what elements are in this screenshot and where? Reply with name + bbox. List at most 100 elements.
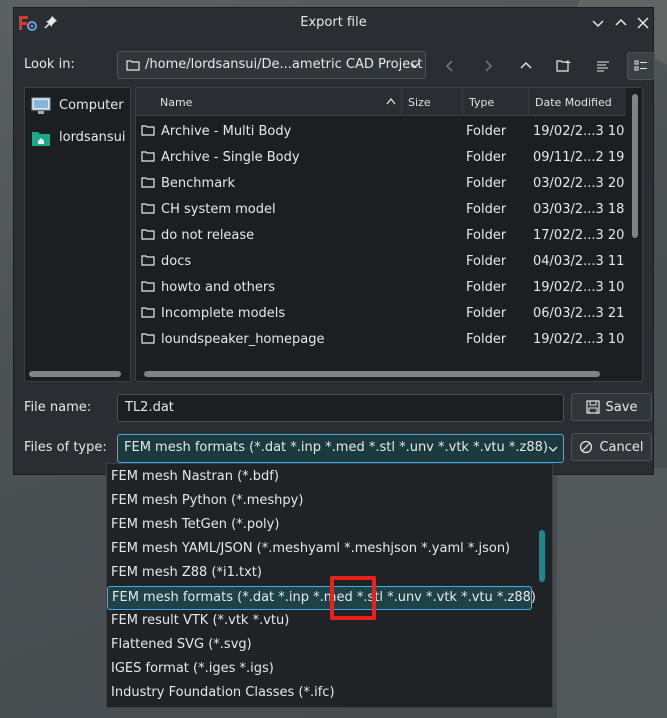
folder-icon: [141, 332, 155, 348]
file-name-row: File name: TL2.dat Save: [24, 393, 652, 424]
file-name: loundspeaker_homepage: [161, 332, 325, 347]
vertical-scrollbar[interactable]: [632, 94, 638, 238]
save-button[interactable]: Save: [571, 393, 652, 421]
file-type-option[interactable]: Industry Foundation Classes (*.ifc): [107, 682, 532, 706]
file-type-option[interactable]: FEM mesh TetGen (*.poly): [107, 514, 532, 538]
table-row[interactable]: Benchmark Folder 03/02/2...3 20:3: [136, 171, 626, 197]
cancel-icon: [580, 440, 593, 454]
file-type: Folder: [466, 332, 507, 347]
dropdown-scrollbar[interactable]: [539, 530, 545, 582]
window-title: Export file: [300, 15, 367, 30]
column-type[interactable]: Type: [463, 88, 529, 116]
column-label: Type: [469, 96, 495, 109]
save-button-label: Save: [605, 399, 638, 415]
file-date: 06/03/2...3 21:1: [533, 306, 626, 321]
file-date: 04/03/2...3 11:0: [533, 254, 626, 269]
folder-icon: [141, 306, 155, 322]
file-type: Folder: [466, 202, 507, 217]
file-date: 03/02/2...3 20:3: [533, 176, 626, 191]
chevron-down-icon[interactable]: [589, 14, 607, 32]
file-type: Folder: [466, 176, 507, 191]
chevron-down-icon: [547, 443, 559, 459]
file-type-option[interactable]: IGES format (*.iges *.igs): [107, 658, 532, 682]
back-button[interactable]: [436, 52, 464, 80]
new-folder-button[interactable]: [550, 52, 578, 80]
computer-icon: [31, 97, 51, 119]
file-name: Archive - Single Body: [161, 150, 300, 165]
column-name[interactable]: Name: [136, 88, 402, 116]
file-type: Folder: [466, 306, 507, 321]
file-list-header: Name Size Type Date Modified: [136, 88, 626, 116]
column-size[interactable]: Size: [402, 88, 463, 116]
cancel-button-label: Cancel: [599, 439, 644, 455]
file-type: Folder: [466, 228, 507, 243]
look-in-row: Look in: /home/lordsansui/De...ametric C…: [24, 51, 655, 81]
file-type: Folder: [466, 150, 507, 165]
file-name-input[interactable]: TL2.dat: [117, 394, 564, 422]
table-row[interactable]: do not release Folder 17/02/2...3 20:4: [136, 223, 626, 249]
cancel-button[interactable]: Cancel: [571, 433, 652, 461]
file-date: 19/02/2...3 10:3: [533, 332, 626, 347]
file-type-option[interactable]: FEM mesh Nastran (*.bdf): [107, 466, 532, 490]
place-computer[interactable]: Computer: [31, 94, 127, 118]
folder-icon: [141, 150, 155, 166]
file-name: do not release: [161, 228, 255, 243]
file-type-option[interactable]: FEM mesh YAML/JSON (*.meshyaml *.meshjso…: [107, 538, 532, 562]
close-icon[interactable]: [634, 14, 652, 32]
file-type-option[interactable]: FEM result VTK (*.vtk *.vtu): [107, 610, 532, 634]
places-sidebar: Computer lordsansui: [24, 87, 131, 382]
titlebar: Export file: [14, 8, 653, 38]
folder-icon: [141, 280, 155, 296]
horizontal-scrollbar[interactable]: [144, 371, 600, 377]
file-type: Folder: [466, 280, 507, 295]
file-type-option[interactable]: FEM mesh Z88 (*i1.txt): [107, 562, 532, 586]
folder-icon: [141, 202, 155, 218]
place-label: Computer: [59, 98, 124, 113]
file-type-option[interactable]: FEM mesh Python (*.meshpy): [107, 490, 532, 514]
folder-icon: [141, 124, 155, 140]
file-list: Name Size Type Date Modified Archive - M…: [135, 87, 643, 382]
folder-icon: [141, 176, 155, 192]
folder-icon: [141, 254, 155, 270]
column-date-modified[interactable]: Date Modified: [529, 88, 626, 116]
forward-button[interactable]: [474, 52, 502, 80]
home-folder-icon: [31, 129, 51, 151]
sort-ascending-icon: [386, 98, 396, 105]
file-type-value: FEM mesh formats (*.dat *.inp *.med *.st…: [124, 440, 548, 455]
folder-icon: [126, 59, 140, 75]
place-label: lordsansui: [59, 130, 126, 145]
file-name-label: File name:: [24, 400, 92, 415]
place-home[interactable]: lordsansui: [31, 126, 127, 150]
file-date: 17/02/2...3 20:4: [533, 228, 626, 243]
table-row[interactable]: CH system model Folder 03/03/2...3 18:1: [136, 197, 626, 223]
chevron-up-icon[interactable]: [612, 14, 630, 32]
export-file-dialog: Export file Look in: /home/lordsansui/De…: [13, 7, 655, 475]
look-in-label: Look in:: [24, 57, 75, 72]
file-date: 19/02/2...3 10:0: [533, 124, 626, 139]
annotation-highlight-box: [330, 576, 376, 620]
table-row[interactable]: howto and others Folder 19/02/2...3 10:3: [136, 275, 626, 301]
table-row[interactable]: docs Folder 04/03/2...3 11:0: [136, 249, 626, 275]
file-type: Folder: [466, 124, 507, 139]
file-type-option[interactable]: Flattened SVG (*.svg): [107, 634, 532, 658]
file-date: 09/11/2...2 19:1: [533, 150, 626, 165]
table-row[interactable]: Archive - Single Body Folder 09/11/2...2…: [136, 145, 626, 171]
horizontal-scrollbar[interactable]: [29, 371, 121, 377]
parent-directory-button[interactable]: [512, 52, 540, 80]
file-name: howto and others: [161, 280, 276, 295]
save-icon: [585, 400, 600, 414]
file-name: Archive - Multi Body: [161, 124, 292, 139]
file-date: 03/03/2...3 18:1: [533, 202, 626, 217]
look-in-combo[interactable]: /home/lordsansui/De...ametric CAD Projec…: [117, 51, 426, 79]
table-row[interactable]: Archive - Multi Body Folder 19/02/2...3 …: [136, 119, 626, 145]
file-type-option-selected[interactable]: FEM mesh formats (*.dat *.inp *.med *.st…: [107, 586, 536, 610]
list-view-button[interactable]: [627, 52, 655, 80]
detail-view-button[interactable]: [589, 52, 617, 80]
table-row[interactable]: Incomplete models Folder 06/03/2...3 21:…: [136, 301, 626, 327]
file-name: CH system model: [161, 202, 276, 217]
file-name: docs: [161, 254, 192, 269]
file-name: Incomplete models: [161, 306, 286, 321]
file-type-combo[interactable]: FEM mesh formats (*.dat *.inp *.med *.st…: [117, 434, 564, 463]
table-row[interactable]: loundspeaker_homepage Folder 19/02/2...3…: [136, 327, 626, 353]
file-type-label: Files of type:: [24, 440, 107, 455]
